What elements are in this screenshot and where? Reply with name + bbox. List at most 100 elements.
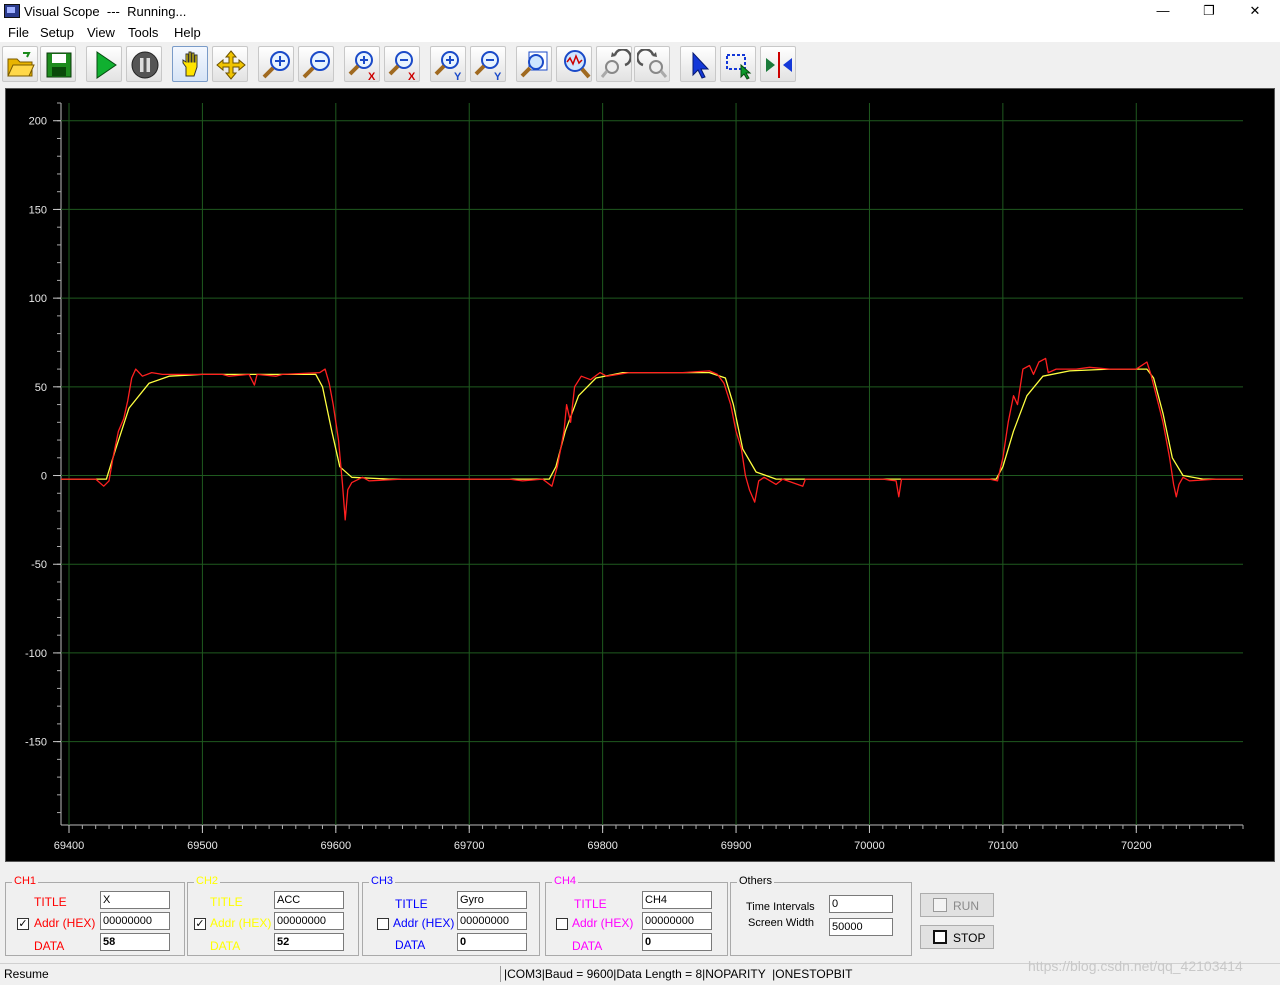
zoom-redo-icon: [637, 49, 668, 78]
zoom-in-y-icon: Y: [434, 51, 462, 81]
open-button[interactable]: [2, 46, 38, 82]
zoom-redo-button[interactable]: [634, 46, 670, 82]
run-toolbar-button[interactable]: [86, 46, 122, 82]
window-title: Visual Scope --- Running...: [24, 4, 187, 19]
svg-text:X: X: [368, 71, 376, 81]
screen-width-label: Screen Width: [748, 917, 815, 929]
toolbar: X X Y Y: [0, 42, 1280, 86]
ch3-title-field[interactable]: Gyro: [457, 891, 527, 909]
stop-button-label: STOP: [953, 931, 986, 945]
zoom-out-x-icon: X: [388, 51, 416, 81]
menu-view[interactable]: View: [87, 25, 115, 40]
ch2-title-field[interactable]: ACC: [274, 891, 344, 909]
menu-file[interactable]: File: [8, 25, 29, 40]
y-tick-label: -50: [31, 559, 47, 571]
scope-plot[interactable]: 200 150 100 50 0 -50 -100 -150 69400 69500 69600 69…: [5, 88, 1275, 862]
zoom-out-y-icon: Y: [474, 51, 502, 81]
ch3-addr-label: Addr (HEX): [393, 916, 455, 930]
zoom-undo-button[interactable]: [596, 46, 632, 82]
zoom-in-button[interactable]: [258, 46, 294, 82]
select-region-icon: [726, 54, 752, 80]
ch4-addr-label: Addr (HEX): [572, 916, 634, 930]
status-separator: [500, 966, 501, 982]
zoom-in-x-icon: X: [348, 51, 376, 81]
svg-text:Y: Y: [454, 71, 462, 81]
ch4-data-field: 0: [642, 933, 712, 951]
scope-chart: 200 150 100 50 0 -50 -100 -150 69400 69500 69600 69…: [25, 102, 1244, 852]
x-tick-label: 69500: [187, 840, 218, 852]
x-tick-label: 70200: [1121, 840, 1152, 852]
save-icon: [46, 52, 72, 78]
select-pointer-button[interactable]: [680, 46, 716, 82]
stop-button[interactable]: STOP: [920, 925, 994, 949]
zoom-out-button[interactable]: [298, 46, 334, 82]
others-caption: Others: [737, 875, 775, 887]
run-icon: [96, 51, 117, 79]
ch4-caption: CH4: [552, 875, 579, 887]
run-button-label: RUN: [953, 899, 979, 913]
y-tick-label: 150: [29, 204, 47, 216]
x-tick-label: 70100: [988, 840, 1019, 852]
series-line-2: [61, 357, 1243, 521]
ch4-addr-field[interactable]: 00000000: [642, 912, 712, 930]
ch2-addr-label: Addr (HEX): [210, 916, 272, 930]
menu-help[interactable]: Help: [174, 25, 201, 40]
time-intervals-label: Time Intervals: [746, 901, 815, 913]
cursor-measure-button[interactable]: [760, 46, 796, 82]
save-button[interactable]: [40, 46, 76, 82]
zoom-signal-button[interactable]: [556, 46, 592, 82]
ch3-enable-checkbox[interactable]: [377, 918, 389, 930]
svg-text:X: X: [408, 71, 416, 81]
ch1-caption: CH1: [12, 875, 39, 887]
minimize-button[interactable]: —: [1140, 0, 1186, 22]
ch1-data-field: 58: [100, 933, 170, 951]
ch3-data-field: 0: [457, 933, 527, 951]
y-tick-label: 0: [41, 471, 47, 483]
control-panel: CH1 TITLE X ✓ Addr (HEX) 00000000 DATA 5…: [5, 874, 1275, 960]
ch1-title-field[interactable]: X: [100, 891, 170, 909]
ch4-title-field[interactable]: CH4: [642, 891, 712, 909]
select-region-button[interactable]: [720, 46, 756, 82]
zoom-fit-button[interactable]: [516, 46, 552, 82]
zoom-out-y-button[interactable]: Y: [470, 46, 506, 82]
ch1-addr-field[interactable]: 00000000: [100, 912, 170, 930]
watermark: https://blog.csdn.net/qq_42103414: [1028, 958, 1243, 974]
y-tick-label: -150: [25, 737, 47, 749]
stop-button-icon: [933, 930, 947, 944]
open-folder-icon: [7, 52, 35, 77]
x-tick-label: 69600: [321, 840, 352, 852]
screen-width-field[interactable]: 50000: [829, 918, 893, 936]
status-port-info: |COM3|Baud = 9600|Data Length = 8|NOPARI…: [504, 967, 853, 981]
menu-setup[interactable]: Setup: [40, 25, 74, 40]
hand-pan-icon: [182, 51, 198, 77]
cursor-measure-icon: [766, 52, 792, 78]
zoom-in-y-button[interactable]: Y: [430, 46, 466, 82]
zoom-in-icon: [262, 51, 290, 79]
ch4-enable-checkbox[interactable]: [556, 918, 568, 930]
ch1-enable-checkbox[interactable]: ✓: [17, 918, 29, 930]
ch3-addr-field[interactable]: 00000000: [457, 912, 527, 930]
zoom-in-x-button[interactable]: X: [344, 46, 380, 82]
pause-toolbar-button[interactable]: [126, 46, 162, 82]
ch2-addr-field[interactable]: 00000000: [274, 912, 344, 930]
close-button[interactable]: ✕: [1232, 0, 1278, 22]
run-button[interactable]: RUN: [920, 893, 994, 917]
move-button[interactable]: [212, 46, 248, 82]
x-tick-label: 69900: [721, 840, 752, 852]
zoom-out-x-button[interactable]: X: [384, 46, 420, 82]
ch2-data-field: 52: [274, 933, 344, 951]
menu-tools[interactable]: Tools: [128, 25, 158, 40]
run-button-icon: [933, 898, 947, 912]
zoom-undo-icon: [600, 49, 631, 78]
status-left: Resume: [4, 967, 49, 981]
y-tick-label: 50: [35, 382, 47, 394]
y-tick-label: 200: [29, 116, 47, 128]
select-pointer-icon: [692, 51, 710, 79]
ch4-title-label: TITLE: [574, 897, 607, 911]
x-tick-label: 69400: [54, 840, 85, 852]
time-intervals-field[interactable]: 0: [829, 895, 893, 913]
move-icon: [216, 50, 246, 80]
pan-button[interactable]: [172, 46, 208, 82]
ch2-enable-checkbox[interactable]: ✓: [194, 918, 206, 930]
maximize-button[interactable]: ❐: [1186, 0, 1232, 22]
